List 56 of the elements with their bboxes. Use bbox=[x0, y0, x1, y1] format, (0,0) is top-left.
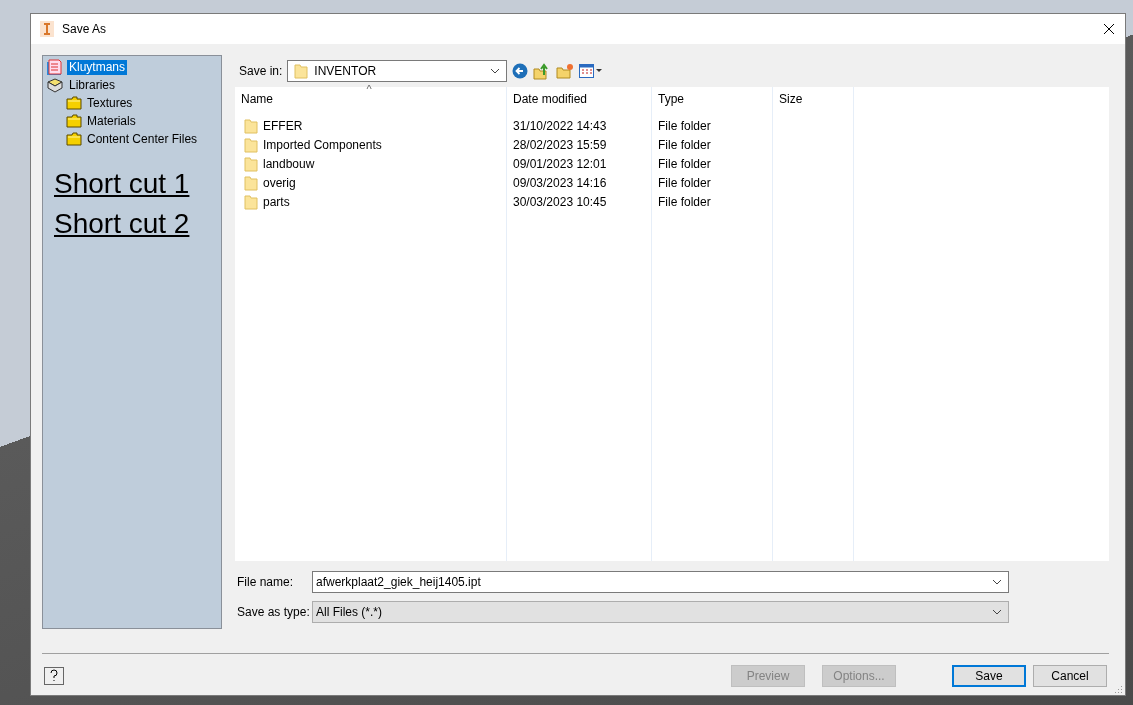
table-cell-text: 09/03/2023 14:16 bbox=[513, 175, 607, 192]
file-name: EFFER bbox=[263, 118, 303, 135]
folder-icon bbox=[244, 176, 258, 191]
folder-icon bbox=[66, 114, 82, 128]
folder-icon bbox=[244, 195, 258, 210]
folder-icon bbox=[294, 63, 309, 79]
file-name: landbouw bbox=[263, 156, 315, 173]
folder-icon bbox=[244, 157, 258, 172]
dialog-button[interactable]: Save bbox=[952, 665, 1026, 687]
table-cell-text: File folder bbox=[658, 194, 711, 211]
document-icon bbox=[46, 58, 64, 76]
shortcut-link[interactable]: Short cut 1 bbox=[54, 166, 218, 202]
folder-icon bbox=[244, 119, 258, 134]
table-cell-text: 28/02/2023 15:59 bbox=[513, 137, 607, 154]
table-cell-text: File folder bbox=[658, 175, 711, 192]
tree-item[interactable]: Textures bbox=[85, 95, 135, 111]
file-name: overig bbox=[263, 175, 296, 192]
table-cell-text: 09/01/2023 12:01 bbox=[513, 156, 607, 173]
table-cell-text: 31/10/2022 14:43 bbox=[513, 118, 607, 135]
file-name: parts bbox=[263, 194, 290, 211]
dialog-button[interactable]: Cancel bbox=[1033, 665, 1107, 687]
folder-icon bbox=[66, 96, 82, 110]
file-name-field[interactable]: afwerkplaat2_giek_heij1405.ipt bbox=[312, 571, 1009, 593]
file-row[interactable]: Imported Components bbox=[235, 136, 506, 155]
tree-item[interactable]: Content Center Files bbox=[85, 131, 200, 147]
window-title: Save As bbox=[62, 22, 108, 36]
file-row[interactable]: landbouw bbox=[235, 155, 506, 174]
tree-item[interactable]: Kluytmans bbox=[67, 59, 128, 75]
help-icon[interactable] bbox=[44, 667, 64, 685]
file-row[interactable]: EFFER bbox=[235, 117, 506, 136]
close-icon[interactable] bbox=[1103, 23, 1115, 35]
tree-item[interactable]: Materials bbox=[85, 113, 138, 129]
back-icon[interactable] bbox=[512, 63, 529, 79]
resize-grip-icon[interactable] bbox=[1115, 685, 1123, 693]
chevron-down-icon bbox=[490, 68, 501, 74]
file-name: Imported Components bbox=[263, 137, 382, 154]
file-row[interactable]: parts bbox=[235, 193, 506, 212]
new-folder-icon[interactable] bbox=[556, 63, 575, 79]
table-cell-text: File folder bbox=[658, 156, 711, 173]
chevron-down-icon bbox=[992, 609, 1002, 615]
folder-icon bbox=[244, 138, 258, 153]
shortcut-link[interactable]: Short cut 2 bbox=[54, 206, 218, 242]
folder-icon bbox=[66, 132, 82, 146]
table-cell-text: 30/03/2023 10:45 bbox=[513, 194, 607, 211]
tree-item[interactable]: Libraries bbox=[67, 77, 118, 93]
file-row[interactable]: overig bbox=[235, 174, 506, 193]
chevron-down-icon bbox=[992, 579, 1002, 585]
app-icon bbox=[40, 21, 54, 37]
view-menu-icon[interactable] bbox=[579, 64, 604, 78]
save-in-label: Save in: bbox=[239, 64, 283, 78]
save-as-type-label: Save as type: bbox=[236, 605, 311, 619]
table-cell-text: File folder bbox=[658, 137, 711, 154]
save-in-dropdown[interactable]: INVENTOR bbox=[287, 60, 508, 82]
library-icon bbox=[46, 77, 64, 93]
file-name-label: File name: bbox=[236, 575, 295, 589]
table-cell-text: File folder bbox=[658, 118, 711, 135]
